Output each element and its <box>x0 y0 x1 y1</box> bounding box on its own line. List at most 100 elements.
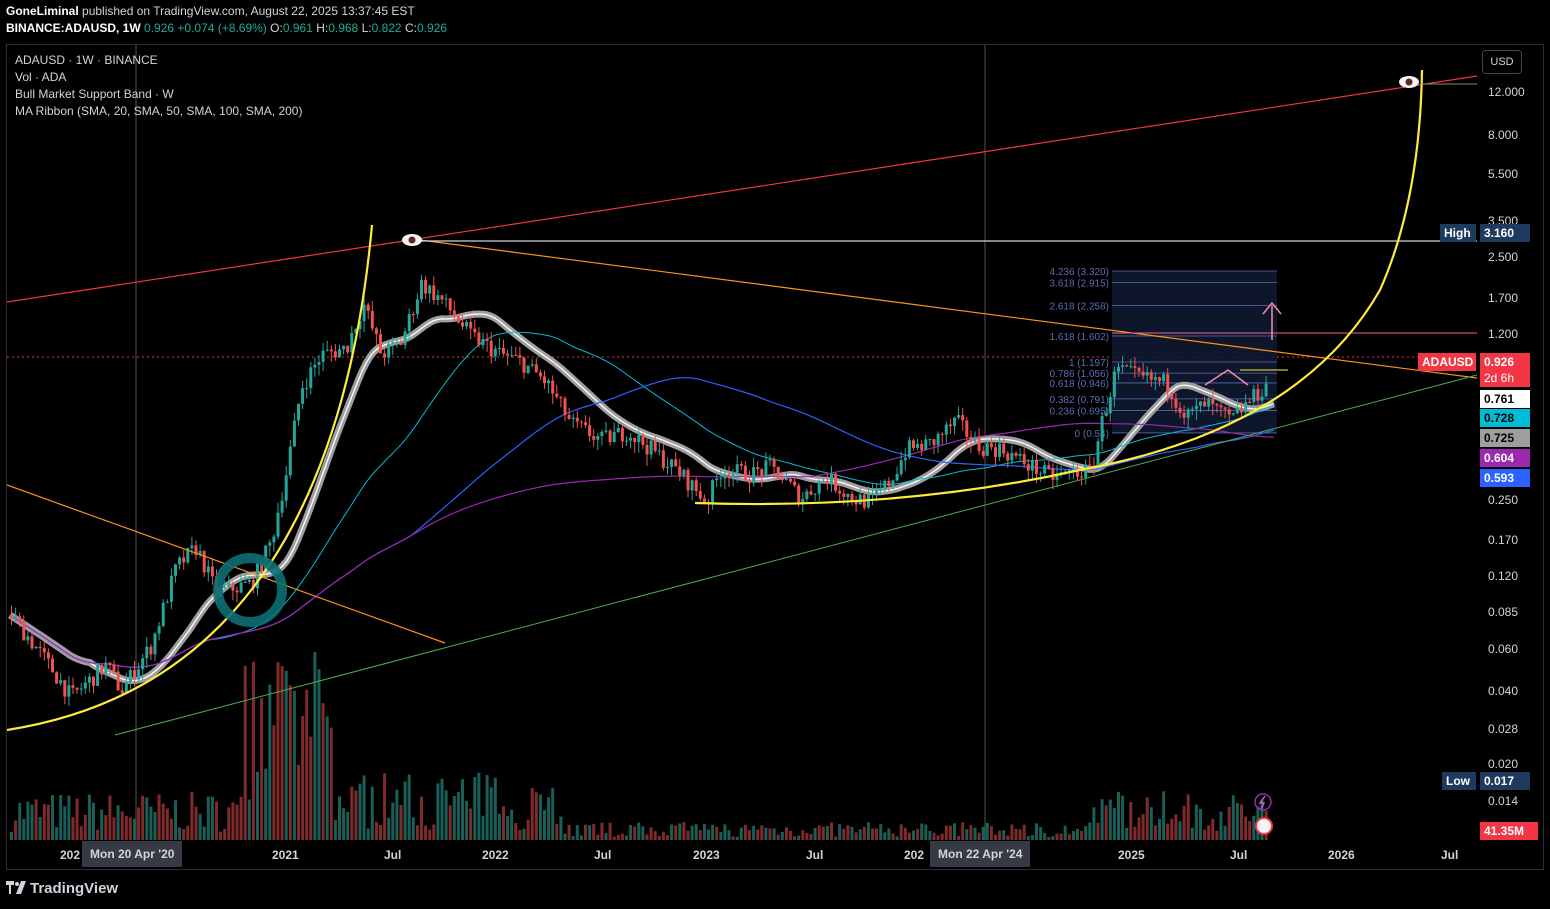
legend-symbol[interactable]: ADAUSD · 1W · BINANCE <box>15 52 302 69</box>
candle-body <box>797 485 801 505</box>
candle-body <box>916 443 920 448</box>
legend-ma-ribbon[interactable]: MA Ribbon (SMA, 20, SMA, 50, SMA, 100, S… <box>15 103 302 120</box>
volume-bar <box>1219 811 1223 840</box>
volume-bar <box>96 829 100 840</box>
candle-body <box>739 464 743 466</box>
time-tick: 2023 <box>693 848 720 862</box>
volume-bar <box>301 716 305 840</box>
candle-body <box>506 353 510 356</box>
candle-body <box>1207 398 1211 407</box>
volume-bar <box>707 829 710 840</box>
volume-bar <box>588 825 592 840</box>
candle-body <box>875 490 879 495</box>
fib-level-label: 0.618 (0.946) <box>1050 379 1110 390</box>
candle-body <box>756 467 760 470</box>
volume-bar <box>235 804 239 840</box>
volume-bar <box>1104 805 1108 840</box>
volume-bar <box>374 821 378 840</box>
volume-bar <box>104 815 108 840</box>
candle-body <box>1166 374 1170 393</box>
candle-body <box>1248 401 1252 403</box>
volume-bar <box>133 818 136 840</box>
volume-bar <box>420 796 423 840</box>
volume-bar <box>592 824 596 840</box>
volume-bar <box>321 703 325 840</box>
volume-bar <box>969 825 973 840</box>
volume-bar <box>1235 803 1239 840</box>
candle-body <box>711 480 715 503</box>
candle-body <box>522 357 526 373</box>
volume-bar <box>981 826 985 840</box>
candle-body <box>616 427 620 433</box>
candle-body <box>444 298 448 300</box>
volume-bar <box>219 831 223 840</box>
volume-bar <box>973 827 977 840</box>
volume-bar <box>432 824 436 840</box>
fib-level-label: 1 (1.197) <box>1069 358 1109 369</box>
candle-body <box>473 328 477 333</box>
legend-bull-band[interactable]: Bull Market Support Band · W <box>15 86 302 103</box>
candle-body <box>243 581 247 583</box>
volume-bar <box>362 775 366 840</box>
volume-bar <box>124 815 128 840</box>
volume-bar <box>403 781 407 840</box>
candle-body <box>456 316 460 323</box>
candle-body <box>1129 366 1133 368</box>
volume-bar <box>555 823 559 840</box>
volume-bar <box>514 823 518 840</box>
volume-bar <box>489 787 493 840</box>
volume-bar <box>1178 821 1182 840</box>
volume-bar <box>383 773 387 840</box>
candle-body <box>120 690 124 694</box>
candle-body <box>817 481 821 494</box>
candle-body <box>1084 464 1088 478</box>
candle-body <box>38 646 42 649</box>
candle-body <box>379 334 382 354</box>
volume-bar <box>34 799 38 840</box>
candle-body <box>202 551 206 573</box>
candle-body <box>79 688 83 690</box>
volume-bar <box>305 689 309 840</box>
candle-body <box>10 615 13 618</box>
candle-body <box>1231 413 1235 415</box>
candle-body <box>1162 374 1166 382</box>
volume-bar <box>1059 833 1063 840</box>
time-tick: Jul <box>594 848 612 862</box>
candle-body <box>87 676 91 683</box>
volume-bar <box>149 806 153 840</box>
volume-bar <box>657 836 661 840</box>
candle-body <box>227 582 231 587</box>
volume-bar <box>292 690 296 840</box>
currency-button[interactable]: USD <box>1482 50 1522 74</box>
candle-body <box>748 480 751 484</box>
volume-bar <box>579 835 583 840</box>
volume-bar <box>530 788 534 840</box>
volume-bar <box>825 825 829 840</box>
candle-body <box>1133 366 1137 368</box>
volume-bar <box>760 825 764 840</box>
candle-body <box>920 443 924 451</box>
volume-bar <box>194 806 198 840</box>
candle-body <box>169 575 173 602</box>
candle-body <box>1043 465 1047 474</box>
volume-bar <box>411 817 415 840</box>
candle-body <box>641 435 645 445</box>
volume-bar <box>842 828 846 840</box>
candle-body <box>1018 454 1022 456</box>
volume-bar <box>1244 816 1248 840</box>
volume-bar <box>75 798 79 840</box>
volume-bar <box>178 827 182 840</box>
fib-level-label: 0.236 (0.695) <box>1050 406 1110 417</box>
candle-body <box>694 480 698 492</box>
volume-bar <box>1125 827 1129 840</box>
legend-volume[interactable]: Vol · ADA <box>15 69 302 86</box>
volume-bar <box>830 822 833 840</box>
candle-body <box>415 299 419 315</box>
volume-bar <box>1006 835 1010 840</box>
price-chart[interactable]: 4.236 (3.320)3.618 (2.915) 2.618 (2.258) 1… <box>0 0 1550 909</box>
tradingview-brand[interactable]: TradingView <box>6 880 118 897</box>
time-tick: 202 <box>904 848 925 862</box>
candle-body <box>1051 468 1055 480</box>
low-tag-value: 0.017 <box>1480 772 1530 790</box>
volume-bar <box>108 795 112 840</box>
